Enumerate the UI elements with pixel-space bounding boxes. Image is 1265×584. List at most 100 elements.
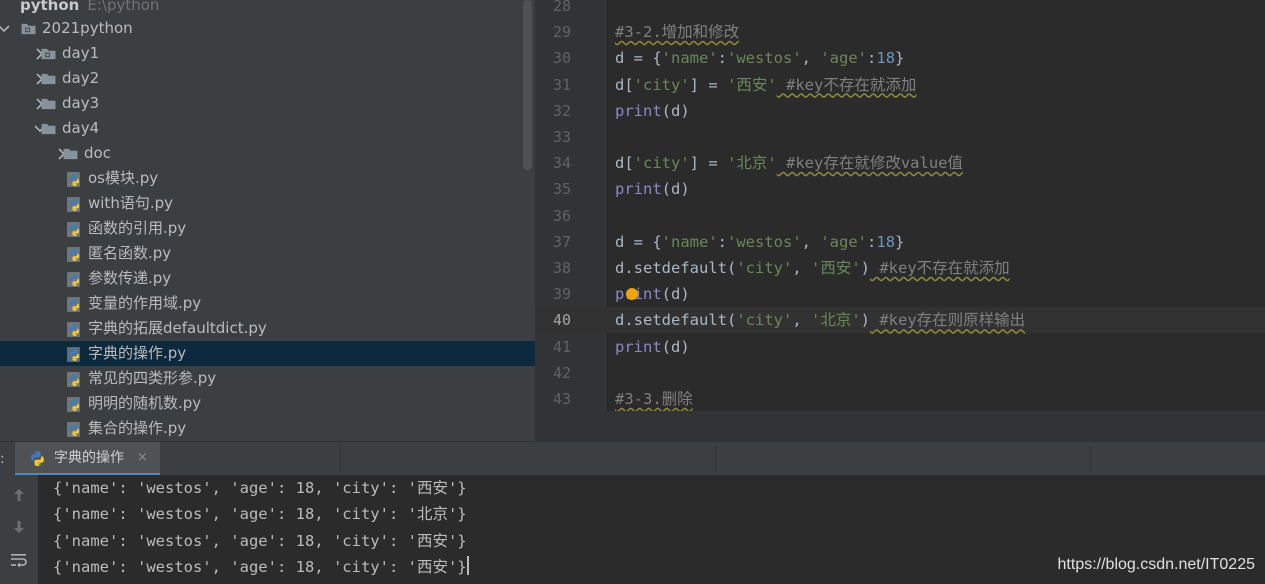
project-scrollbar[interactable] [523, 0, 532, 170]
console-line: {'name': 'westos', 'age': 18, 'city': '西… [53, 528, 467, 554]
tree-folder-item[interactable]: day1 [0, 41, 522, 66]
code-line: 34 d['city'] = '北京' #key存在就修改value值 [535, 150, 1265, 176]
line-number: 43 [552, 390, 572, 408]
line-number: 33 [552, 128, 572, 146]
tree-file-item[interactable]: 参数传递.py [0, 266, 522, 291]
tree-item-label: 函数的引用.py [88, 219, 187, 237]
code-token-plain: ] = [689, 75, 727, 94]
code-text: print(d) [615, 98, 690, 124]
code-token-plain: (d) [661, 337, 690, 356]
run-tab-label: 字典的操作 [54, 450, 124, 466]
tree-folder-item[interactable]: doc [0, 141, 522, 166]
folder-icon [41, 98, 56, 110]
code-token-comment: #key不存在就添加 [870, 259, 1010, 277]
code-line: 28 [535, 0, 1265, 19]
python-file-icon [67, 247, 80, 262]
header-divider [715, 446, 716, 472]
tree-file-item[interactable]: 变量的作用域.py [0, 291, 522, 316]
code-token-comment: #3-3.删除 [615, 390, 693, 408]
code-token-plain: : [717, 49, 728, 68]
project-panel: python E:\python 2021python day1 day2 day3 da… [0, 0, 535, 441]
tree-file-item[interactable]: os模块.py [0, 166, 522, 191]
line-number: 31 [552, 75, 572, 94]
code-token-string: 'city' [633, 154, 690, 173]
code-line: 39 print(d) [535, 281, 1265, 307]
code-text: d = {'name':'westos', 'age':18} [615, 229, 904, 255]
run-console[interactable]: {'name': 'westos', 'age': 18, 'city': '西… [38, 475, 1265, 584]
intention-bulb-icon[interactable] [626, 288, 638, 300]
tree-file-item[interactable]: 字典的操作.py [0, 341, 535, 366]
console-line-text: {'name': 'westos', 'age': 18, 'city': '西… [53, 531, 467, 550]
code-editor[interactable]: 28 29 #3-2.增加和修改 30 d = {'name':'westos', 'a… [535, 0, 1265, 441]
tree-file-item[interactable]: with语句.py [0, 191, 522, 216]
console-line-text: {'name': 'westos', 'age': 18, 'city': '北… [53, 505, 467, 524]
line-number: 37 [552, 232, 572, 251]
scroll-down-button[interactable] [7, 515, 31, 539]
scroll-up-button[interactable] [7, 483, 31, 507]
code-token-plain: : [867, 232, 877, 251]
tree-file-item[interactable]: 常见的四类形参.py [0, 366, 522, 391]
code-line: 29 #3-2.增加和修改 [535, 19, 1265, 45]
tree-folder-item[interactable]: day4 [0, 116, 522, 141]
code-token-comment: #3-2.增加和修改 [615, 23, 740, 42]
run-prefix: : [0, 451, 5, 467]
tree-file-item[interactable]: 字典的拓展defaultdict.py [0, 316, 522, 341]
scroll-down-icon [14, 521, 24, 533]
code-token-plain: d[ [615, 154, 634, 173]
python-file-icon [67, 397, 80, 412]
header-divider [340, 446, 341, 472]
code-text: d.setdefault('city', '西安') #key不存在就添加 [615, 255, 1010, 281]
code-token-plain: : [867, 49, 877, 68]
code-token-plain: } [895, 49, 905, 68]
code-line: 35 print(d) [535, 176, 1265, 202]
code-text: d['city'] = '西安' #key不存在就添加 [615, 72, 916, 98]
close-icon[interactable]: × [137, 442, 148, 474]
tree-item-label: 字典的拓展defaultdict.py [88, 319, 267, 337]
tree-folder-item[interactable]: day3 [0, 91, 522, 116]
console-line-text: {'name': 'westos', 'age': 18, 'city': '西… [53, 557, 467, 576]
tree-item-label: day3 [62, 94, 100, 112]
line-number: 29 [552, 23, 572, 42]
tree-folder-item[interactable]: 2021python [0, 16, 522, 41]
tree-file-item[interactable]: 集合的操作.py [0, 416, 522, 441]
tree-file-item[interactable]: 函数的引用.py [0, 216, 522, 241]
code-token-string: '北京' [727, 154, 777, 173]
code-token-builtin: print [615, 337, 662, 356]
code-token-string: 'city' [633, 75, 690, 94]
code-line: 43 #3-3.删除 [535, 386, 1265, 412]
tree-item-label: day4 [62, 119, 100, 137]
code-token-number: 18 [876, 232, 896, 251]
code-text: #3-3.删除 [615, 386, 693, 412]
watermark: https://blog.csdn.net/IT0225 [1057, 556, 1255, 573]
code-text: d['city'] = '北京' #key存在就修改value值 [615, 150, 963, 176]
code-token-string: '西安' [811, 259, 861, 277]
tree-item-label: os模块.py [88, 169, 159, 187]
tree-file-item[interactable]: 明明的随机数.py [0, 391, 522, 416]
code-token-string: '西安' [727, 75, 777, 94]
code-token-plain: d[ [615, 75, 634, 94]
python-file-icon [67, 322, 80, 337]
soft-wrap-button[interactable] [7, 548, 31, 572]
console-line-text: {'name': 'westos', 'age': 18, 'city': '西… [53, 479, 467, 497]
python-file-icon [67, 197, 80, 212]
run-toolbar [0, 475, 38, 584]
code-text: d.setdefault('city', '北京') #key存在则原样输出 [615, 307, 1025, 333]
tree-folder-item[interactable]: day2 [0, 66, 522, 91]
code-line: 32 print(d) [535, 98, 1265, 124]
module-folder-icon [41, 48, 56, 60]
tree-file-item[interactable]: 匿名函数.py [0, 241, 522, 266]
run-tab[interactable]: 字典的操作 × [15, 442, 160, 476]
chevron-down-icon[interactable] [0, 16, 10, 41]
tree-item-label: day2 [62, 69, 100, 87]
code-line: 33 [535, 124, 1265, 150]
tree-item-label: doc [84, 144, 111, 162]
chevron-down-svg [0, 24, 10, 32]
line-number: 34 [552, 154, 572, 173]
tree-item-label: 集合的操作.py [88, 419, 187, 437]
line-number: 36 [552, 206, 572, 225]
code-line: 38 d.setdefault('city', '西安') #key不存在就添加 [535, 255, 1265, 281]
code-text: d = {'name':'westos', 'age':18} [615, 45, 904, 71]
tree-item-label: 明明的随机数.py [88, 394, 202, 412]
code-token-plain: , [792, 259, 811, 277]
code-token-plain: ) [860, 259, 871, 277]
